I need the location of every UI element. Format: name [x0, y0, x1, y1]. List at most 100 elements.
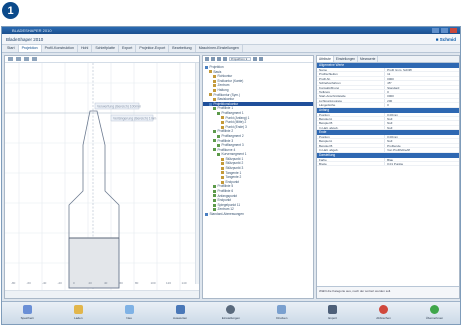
property-key: Teilkreis	[317, 89, 386, 94]
save-icon	[22, 305, 32, 314]
callout-text: Verwerfung (Bereich) 100mm	[97, 105, 141, 109]
node-icon	[213, 74, 216, 78]
node-icon	[209, 70, 212, 74]
node-icon	[213, 107, 216, 111]
property-value[interactable]: 0	[385, 90, 459, 93]
property-key: Name	[317, 68, 386, 72]
property-value[interactable]: 0	[385, 103, 459, 106]
node-icon	[221, 180, 224, 184]
node-icon	[213, 88, 216, 92]
property-value[interactable]: Blau	[385, 158, 459, 161]
node-icon	[217, 143, 220, 147]
property-value[interactable]: 11	[385, 72, 459, 75]
tab-7[interactable]: Bearbeitung	[169, 45, 196, 52]
ruler-label: 80	[135, 281, 139, 285]
pan-icon[interactable]	[32, 57, 37, 61]
properties-tab-strip: Attribute Einstellungen Messwerte	[317, 56, 459, 63]
property-value[interactable]: Von Profilhöhe/Ø	[385, 148, 459, 151]
property-key: In Halt. abgeb.	[317, 148, 386, 152]
property-value[interactable]: Profil (sym. Schliff)	[385, 68, 459, 71]
property-value[interactable]: Standard	[385, 86, 459, 89]
tab-6[interactable]: Projektor-Export	[136, 45, 170, 52]
property-value[interactable]: 45°	[385, 81, 459, 84]
tab-5[interactable]: Export	[119, 45, 137, 52]
ruler-label: -60	[27, 281, 32, 285]
property-key: In Halt. abgeb.	[317, 125, 386, 130]
add-icon[interactable]	[205, 57, 209, 61]
property-key: Position	[317, 135, 386, 139]
property-value[interactable]: Null	[385, 121, 459, 124]
property-value[interactable]: Profilende	[385, 144, 459, 147]
settings-icon[interactable]	[259, 57, 263, 61]
neu-button[interactable]: Neu	[109, 305, 149, 320]
minimize-button[interactable]	[432, 28, 439, 33]
zoom-out-icon[interactable]	[16, 57, 21, 61]
tab-4[interactable]: Schleifplatte	[92, 45, 119, 52]
tab-0[interactable]: Start	[4, 45, 19, 52]
property-key: Länge/Höhe	[317, 103, 386, 107]
vertical-scrollbar[interactable]	[195, 63, 199, 284]
auswerten-button[interactable]: Auswerten	[160, 305, 200, 320]
tree-node[interactable]: Standard-Abmessungen	[203, 212, 313, 217]
horizontal-scrollbar[interactable]	[5, 290, 199, 298]
property-value[interactable]: Null	[385, 117, 459, 120]
node-icon	[221, 176, 224, 180]
einstellungen-button[interactable]: Einstellungen	[211, 305, 251, 320]
properties-tab-1[interactable]: Einstellungen	[334, 56, 359, 62]
property-value[interactable]: Null	[385, 139, 459, 142]
node-icon	[213, 97, 216, 101]
property-value[interactable]: 0000	[385, 94, 459, 97]
ruler-label: 140	[182, 281, 187, 285]
property-value[interactable]: 0.01 Punkte	[385, 162, 459, 165]
filter-icon[interactable]	[253, 57, 257, 61]
property-value[interactable]: Null	[385, 126, 459, 129]
node-icon	[213, 189, 216, 193]
fit-view-icon[interactable]	[24, 57, 29, 61]
abbrechen-button[interactable]: Abbrechen	[364, 305, 404, 320]
window-title: BLADESHAPER 2010	[12, 28, 52, 33]
speichern-button[interactable]: Speichern	[7, 305, 47, 320]
node-icon	[213, 139, 216, 143]
laden-button[interactable]: Laden	[58, 305, 98, 320]
down-icon[interactable]	[223, 57, 227, 61]
property-value[interactable]: 0000	[385, 77, 459, 80]
tab-1[interactable]: Projektion	[18, 45, 42, 52]
node-icon	[205, 212, 208, 216]
company-logo: ■ Schmid	[435, 37, 456, 42]
tab-8[interactable]: Maschinen-Einstellungen	[196, 45, 243, 52]
property-value[interactable]: 0.00mm	[385, 135, 459, 138]
drucken-button[interactable]: Drucken	[262, 305, 302, 320]
main-tab-strip: Start Projektion Profil-Konstruktion Hohl Sc…	[2, 45, 460, 53]
remove-icon[interactable]	[211, 57, 215, 61]
property-value[interactable]: 200	[385, 99, 459, 102]
app-name: BladeShaper 2010	[6, 37, 44, 42]
button-label: Einstellungen	[221, 316, 240, 320]
tab-3[interactable]: Hohl	[78, 45, 93, 52]
view-dropdown[interactable]: Projektion ▾	[229, 57, 251, 61]
canvas-toolbar	[5, 56, 199, 63]
node-icon	[217, 134, 220, 138]
close-button[interactable]	[450, 28, 457, 33]
node-icon	[205, 65, 208, 69]
property-row[interactable]: Breite 0.01 Punkte	[317, 162, 459, 167]
properties-tab-0[interactable]: Attribute	[317, 56, 334, 62]
zoom-in-icon[interactable]	[8, 57, 13, 61]
callout-text: Verlängerung (Bereich) 1mm	[113, 117, 157, 121]
ruler-label: -80	[11, 281, 16, 285]
button-label: Abbrechen	[376, 316, 391, 320]
tab-2[interactable]: Profil-Konstruktion	[42, 45, 78, 52]
projection-canvas[interactable]: Verwerfung (Bereich) 100mm Verlängerung …	[5, 63, 199, 299]
ruler-label: 20	[89, 281, 93, 285]
-bernehmen-button[interactable]: Übernehmen	[414, 305, 454, 320]
property-description: Wählt die Kategorie aus, nach der sortie…	[317, 286, 459, 298]
properties-tab-2[interactable]: Messwerte	[358, 56, 379, 62]
maximize-button[interactable]	[441, 28, 448, 33]
ruler-label: 100	[151, 281, 156, 285]
button-label: Übernehmen	[425, 316, 444, 320]
property-key: Beispiel B	[317, 143, 386, 148]
node-icon	[213, 208, 216, 212]
gear-icon	[226, 305, 236, 314]
export-button[interactable]: Export	[313, 305, 353, 320]
up-icon[interactable]	[217, 57, 221, 61]
property-value[interactable]: 0.00mm	[385, 113, 459, 116]
